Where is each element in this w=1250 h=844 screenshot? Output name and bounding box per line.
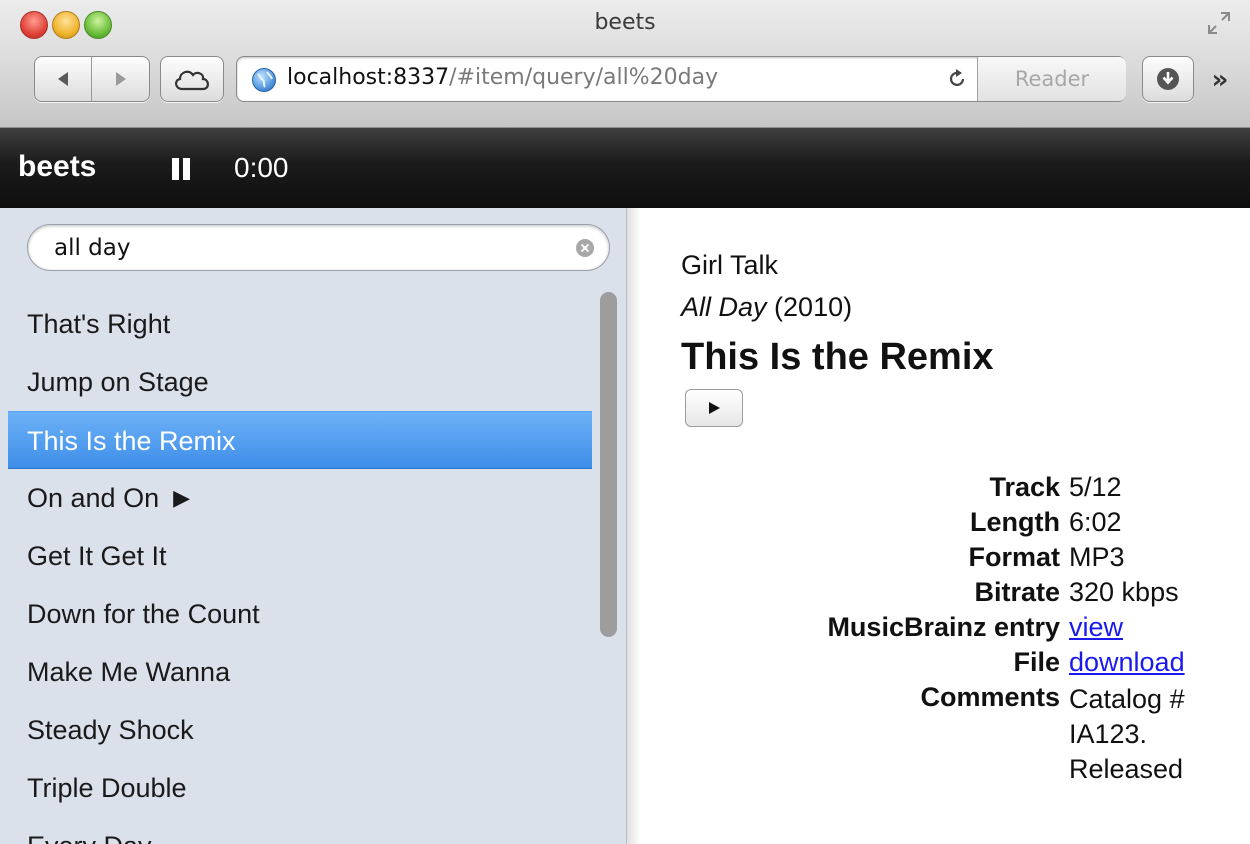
reload-icon[interactable]	[945, 67, 969, 91]
results-list: That's Right Jump on Stage This Is the Rem…	[8, 295, 592, 844]
file-download-link[interactable]: download	[1069, 647, 1185, 677]
meta-value: download	[1069, 647, 1185, 678]
reader-button[interactable]: Reader	[977, 57, 1126, 101]
play-button[interactable]	[685, 389, 743, 427]
app-brand[interactable]: beets	[18, 150, 96, 184]
result-item-label: Down for the Count	[27, 599, 260, 629]
result-item[interactable]: This Is the Remix	[8, 411, 592, 469]
sidebar: That's Right Jump on Stage This Is the Rem…	[0, 208, 627, 844]
track-detail: Girl Talk All Day (2010) This Is the Rem…	[643, 208, 1250, 844]
meta-label: File	[1013, 647, 1060, 677]
search-box	[27, 224, 610, 271]
download-icon	[1157, 68, 1179, 90]
meta-label: Bitrate	[974, 577, 1060, 607]
forward-button[interactable]	[92, 57, 149, 101]
result-item[interactable]: Steady Shock	[8, 701, 592, 759]
result-item-label: This Is the Remix	[27, 426, 236, 456]
url-host: localhost:8337	[287, 65, 450, 90]
clear-search-icon[interactable]	[575, 238, 595, 258]
album-line: All Day (2010)	[681, 292, 852, 323]
meta-label: MusicBrainz entry	[827, 612, 1060, 642]
cloud-icon	[175, 70, 209, 91]
result-item-label: Every Day	[27, 831, 152, 844]
album-year: (2010)	[774, 292, 853, 322]
back-arrow-icon	[58, 72, 68, 86]
result-item-label: Make Me Wanna	[27, 657, 231, 687]
sidebar-shadow	[627, 208, 641, 844]
scrollbar-thumb[interactable]	[600, 292, 617, 637]
meta-value: 5/12	[1069, 472, 1122, 502]
now-playing-icon: ▶	[173, 485, 191, 510]
result-item[interactable]: Get It Get It	[8, 527, 592, 585]
track-metadata: Track 5/12 Length 6:02 Format MP3 Bitrat…	[643, 472, 1250, 784]
url-text[interactable]: localhost:8337/#item/query/all%20day	[287, 65, 718, 90]
app-header: beets 0:00	[0, 128, 1250, 208]
browser-titlebar: beets localhost:8337/#item/query/all%20d…	[0, 0, 1250, 128]
forward-arrow-icon	[115, 72, 126, 86]
window-title: beets	[594, 10, 656, 35]
globe-icon	[252, 68, 276, 92]
meta-value: view	[1069, 612, 1123, 643]
meta-row-file: File download	[643, 647, 1250, 682]
meta-label: Length	[970, 507, 1060, 537]
meta-value: MP3	[1069, 542, 1125, 572]
meta-value: 6:02	[1069, 507, 1122, 537]
result-item[interactable]: Down for the Count	[8, 585, 592, 643]
result-item-label: Get It Get It	[27, 541, 167, 571]
downloads-button[interactable]	[1142, 56, 1194, 102]
toolbar-overflow-button[interactable]: »	[1200, 60, 1240, 100]
back-button[interactable]	[35, 57, 92, 101]
meta-row-bitrate: Bitrate 320 kbps	[643, 577, 1250, 612]
result-item-label: Triple Double	[27, 773, 187, 803]
result-item[interactable]: Make Me Wanna	[8, 643, 592, 701]
result-item[interactable]: Triple Double	[8, 759, 592, 817]
result-item[interactable]: Jump on Stage	[8, 353, 592, 411]
play-icon	[709, 402, 720, 414]
pause-button[interactable]	[170, 158, 194, 182]
result-item[interactable]: On and On ▶	[8, 469, 592, 527]
meta-row-comments: Comments Catalog # IA123. Released	[643, 682, 1250, 784]
meta-row-length: Length 6:02	[643, 507, 1250, 542]
search-input[interactable]	[54, 231, 564, 265]
meta-value: 320 kbps	[1069, 577, 1179, 607]
meta-row-track: Track 5/12	[643, 472, 1250, 507]
meta-row-musicbrainz: MusicBrainz entry view	[643, 612, 1250, 647]
back-forward-buttons	[34, 56, 150, 102]
musicbrainz-view-link[interactable]: view	[1069, 612, 1123, 642]
meta-label: Comments	[920, 682, 1060, 712]
playback-time: 0:00	[234, 152, 289, 183]
meta-row-format: Format MP3	[643, 542, 1250, 577]
fullscreen-icon[interactable]	[1206, 10, 1232, 36]
result-item-label: That's Right	[27, 309, 171, 339]
result-item[interactable]: That's Right	[8, 295, 592, 353]
album-name: All Day	[681, 292, 767, 322]
address-bar[interactable]: localhost:8337/#item/query/all%20day Rea…	[236, 56, 1126, 102]
result-item-label: On and On	[27, 483, 160, 513]
track-title: This Is the Remix	[681, 336, 994, 378]
meta-label: Format	[968, 542, 1060, 572]
result-item-label: Steady Shock	[27, 715, 194, 745]
comments-value: Catalog # IA123. Released	[1069, 684, 1185, 784]
result-item[interactable]: Every Day	[8, 817, 592, 844]
url-path: /#item/query/all%20day	[449, 65, 719, 90]
artist-name: Girl Talk	[681, 250, 779, 280]
result-item-label: Jump on Stage	[27, 367, 209, 397]
meta-label: Track	[989, 472, 1060, 502]
icloud-tabs-button[interactable]	[160, 56, 224, 102]
